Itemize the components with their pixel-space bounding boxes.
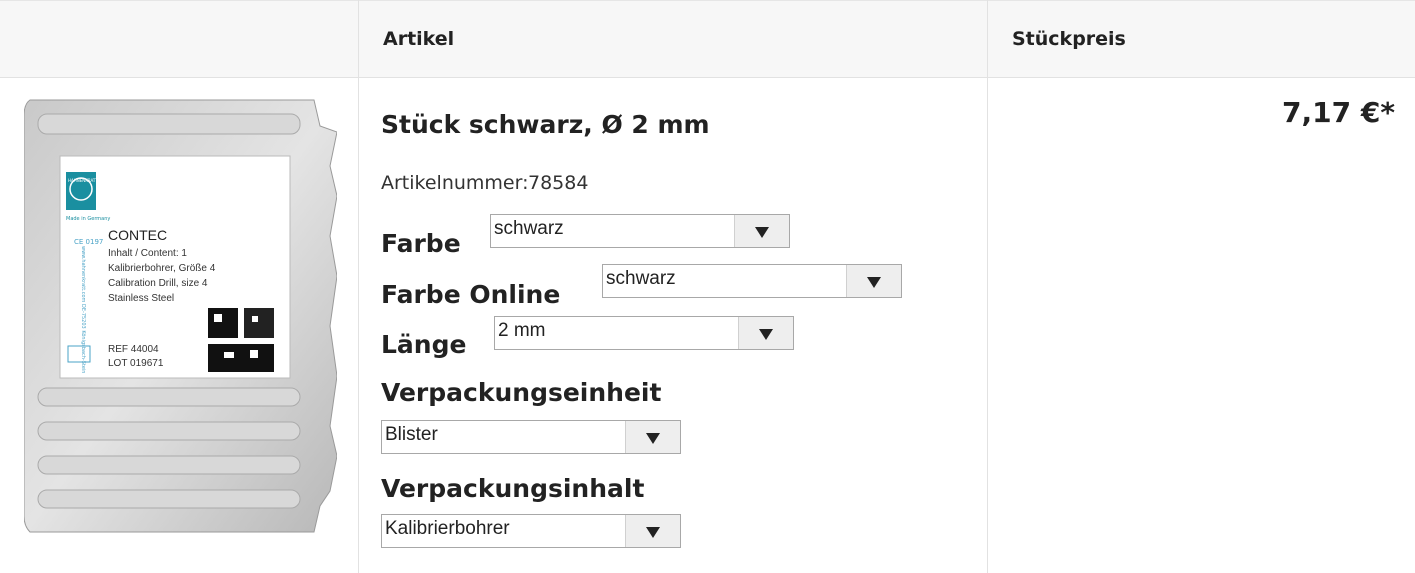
- product-variant-table: Artikel Stückpreis Made in Germany HAHNE…: [0, 0, 1415, 573]
- verpackungsinhalt-label: Verpackungsinhalt: [381, 474, 645, 503]
- farbe-selected-value: schwarz: [494, 218, 564, 239]
- verpackungsinhalt-selected-value: Kalibrierbohrer: [385, 518, 510, 539]
- article-number-label: Artikelnummer:: [381, 172, 529, 194]
- farbe-online-select[interactable]: schwarz: [602, 264, 902, 298]
- price-column-header: Stückpreis: [1012, 28, 1126, 50]
- column-divider: [358, 0, 359, 573]
- dropdown-arrow-icon[interactable]: [734, 215, 789, 247]
- package-ref: REF 44004: [108, 344, 159, 355]
- product-title: Stück schwarz, Ø 2 mm: [381, 110, 710, 139]
- dropdown-arrow-icon[interactable]: [738, 317, 793, 349]
- laenge-select[interactable]: 2 mm: [494, 316, 794, 350]
- verpackungseinheit-label: Verpackungseinheit: [381, 378, 662, 407]
- package-content-line: Calibration Drill, size 4: [108, 278, 208, 289]
- package-lot: LOT 019671: [108, 358, 164, 369]
- made-in-label: Made in Germany: [66, 216, 110, 222]
- package-product-name: CONTEC: [108, 227, 167, 243]
- package-content-line: Kalibrierbohrer, Größe 4: [108, 263, 216, 274]
- laenge-selected-value: 2 mm: [498, 320, 546, 341]
- verpackungsinhalt-select[interactable]: Kalibrierbohrer: [381, 514, 681, 548]
- ce-mark: CE 0197: [74, 238, 103, 246]
- package-content-line: Stainless Steel: [108, 293, 174, 304]
- article-number-value: 78584: [528, 172, 589, 194]
- verpackungseinheit-selected-value: Blister: [385, 424, 438, 445]
- dropdown-arrow-icon[interactable]: [625, 515, 680, 547]
- article-column-header: Artikel: [383, 28, 455, 50]
- verpackungseinheit-select[interactable]: Blister: [381, 420, 681, 454]
- dropdown-arrow-icon[interactable]: [625, 421, 680, 453]
- farbe-select[interactable]: schwarz: [490, 214, 790, 248]
- farbe-online-label: Farbe Online: [381, 280, 561, 309]
- farbe-label: Farbe: [381, 229, 461, 258]
- table-header: Artikel Stückpreis: [0, 0, 1415, 78]
- dropdown-arrow-icon[interactable]: [846, 265, 901, 297]
- laenge-label: Länge: [381, 330, 467, 359]
- column-divider: [987, 0, 988, 573]
- farbe-online-selected-value: schwarz: [606, 268, 676, 289]
- package-side-text: www.hahnenkratt.com DE-75203 Königsbach-…: [80, 246, 86, 373]
- product-image[interactable]: Made in Germany HAHNENKRATT CE 0197 CONT…: [23, 96, 338, 534]
- unit-price: 7,17 €*: [1282, 96, 1395, 129]
- blister-pack-image: Made in Germany HAHNENKRATT CE 0197 CONT…: [23, 99, 338, 533]
- brand-logo-text: HAHNENKRATT: [68, 178, 98, 183]
- package-content-line: Inhalt / Content: 1: [108, 248, 187, 259]
